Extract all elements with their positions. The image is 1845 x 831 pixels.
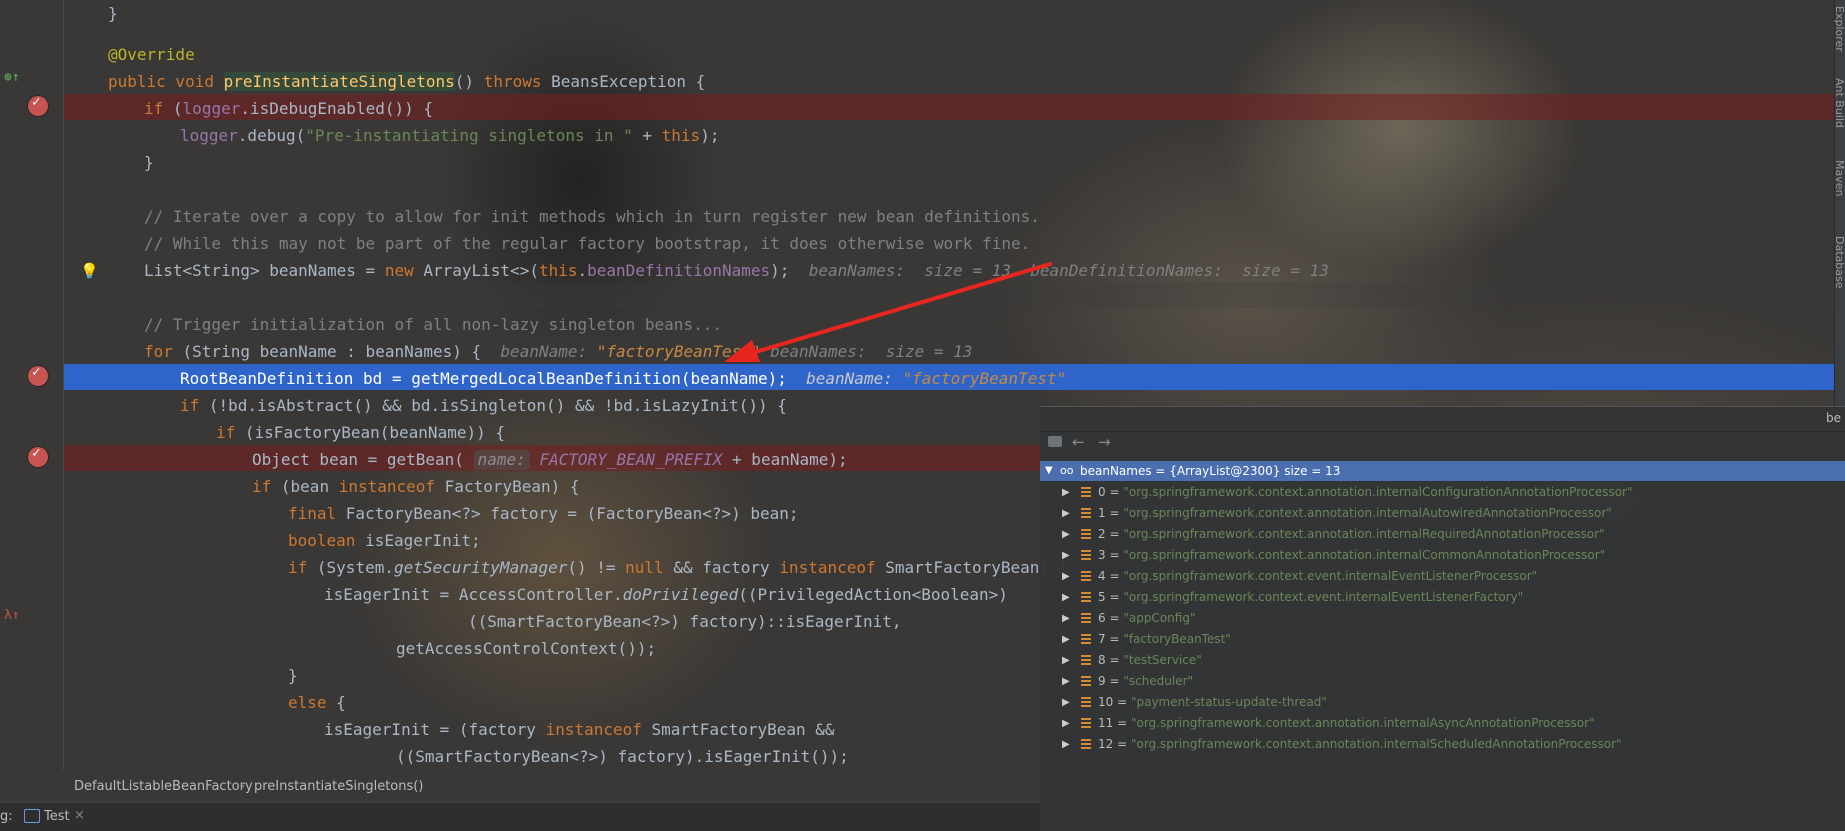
variable-list-item[interactable]: ▶ 5 = "org.springframework.context.event.…	[1040, 587, 1845, 608]
variable-list-item[interactable]: ▶ 4 = "org.springframework.context.event.…	[1040, 566, 1845, 587]
variable-value: 11 = "org.springframework.context.annota…	[1098, 716, 1595, 730]
field-list-icon	[1081, 634, 1091, 644]
close-icon[interactable]: ×	[74, 808, 85, 823]
variable-list-item[interactable]: ▶ 2 = "org.springframework.context.annota…	[1040, 524, 1845, 545]
field-list-icon	[1081, 718, 1091, 728]
field-list-icon	[1081, 676, 1091, 686]
debug-variables-panel[interactable]: be ← → ▼ oo beanNames = {ArrayList@2300}…	[1040, 406, 1845, 831]
breadcrumb: DefaultListableBeanFactory › preInstanti…	[0, 776, 1040, 798]
back-arrow-icon[interactable]: ←	[1072, 433, 1085, 451]
expand-triangle-icon[interactable]: ▶	[1062, 566, 1070, 587]
expand-triangle-icon[interactable]: ▶	[1062, 608, 1070, 629]
breadcrumb-separator: ›	[240, 779, 246, 794]
debug-toolbar: ← →	[1040, 432, 1845, 456]
expand-triangle-icon[interactable]: ▶	[1062, 482, 1070, 503]
variable-value: 0 = "org.springframework.context.annotat…	[1098, 485, 1633, 499]
tool-window-explorer[interactable]: Explorer	[1833, 6, 1845, 52]
expand-triangle-icon[interactable]: ▶	[1062, 692, 1070, 713]
variable-value: 9 = "scheduler"	[1098, 674, 1194, 688]
forward-arrow-icon[interactable]: →	[1098, 433, 1111, 451]
tab-label: Test	[44, 809, 70, 824]
tab-prefix-label: g:	[0, 809, 13, 824]
variable-list-item[interactable]: ▶ 8 = "testService"	[1040, 650, 1845, 671]
variable-value: 6 = "appConfig"	[1098, 611, 1196, 625]
watch-icon[interactable]	[1048, 436, 1062, 447]
variable-root-selected[interactable]: ▼ oo beanNames = {ArrayList@2300} size =…	[1040, 461, 1845, 481]
debug-panel-header: be	[1040, 407, 1845, 432]
variable-value: 7 = "factoryBeanTest"	[1098, 632, 1231, 646]
variable-value: 5 = "org.springframework.context.event.i…	[1098, 590, 1524, 604]
expand-triangle-icon[interactable]: ▶	[1062, 713, 1070, 734]
field-list-icon	[1081, 613, 1091, 623]
variable-value: 1 = "org.springframework.context.annotat…	[1098, 506, 1612, 520]
breadcrumb-method[interactable]: preInstantiateSingletons()	[254, 779, 423, 794]
tool-window-maven[interactable]: Maven	[1833, 160, 1845, 196]
variable-value: 10 = "payment-status-update-thread"	[1098, 695, 1327, 709]
breadcrumb-class[interactable]: DefaultListableBeanFactory	[74, 779, 253, 794]
field-list-icon	[1081, 529, 1091, 539]
tool-window-database[interactable]: Database	[1833, 236, 1845, 289]
variable-list-item[interactable]: ▶ 1 = "org.springframework.context.annota…	[1040, 503, 1845, 524]
variable-value: 2 = "org.springframework.context.annotat…	[1098, 527, 1605, 541]
variable-list-item[interactable]: ▶ 10 = "payment-status-update-thread"	[1040, 692, 1845, 713]
expand-triangle-icon[interactable]: ▶	[1062, 734, 1070, 755]
variable-value: 8 = "testService"	[1098, 653, 1202, 667]
expand-triangle-icon[interactable]: ▶	[1062, 671, 1070, 692]
expand-triangle-icon[interactable]: ▶	[1062, 650, 1070, 671]
expand-triangle-icon[interactable]: ▶	[1062, 545, 1070, 566]
panel-title: be	[1826, 411, 1841, 425]
field-list-icon	[1081, 739, 1091, 749]
variable-value: 3 = "org.springframework.context.annotat…	[1098, 548, 1606, 562]
field-list-icon	[1081, 571, 1091, 581]
expand-triangle-icon[interactable]: ▶	[1062, 587, 1070, 608]
field-list-icon	[1081, 487, 1091, 497]
variable-list-item[interactable]: ▶ 6 = "appConfig"	[1040, 608, 1845, 629]
field-list-icon	[1081, 592, 1091, 602]
bottom-tab-bar: g: Test ×	[0, 802, 1040, 831]
variable-list-item[interactable]: ▶ 11 = "org.springframework.context.annot…	[1040, 713, 1845, 734]
variable-list-item[interactable]: ▶ 7 = "factoryBeanTest"	[1040, 629, 1845, 650]
expand-triangle-icon[interactable]: ▶	[1062, 629, 1070, 650]
watch-glasses-icon: oo	[1060, 464, 1074, 477]
field-list-icon	[1081, 550, 1091, 560]
variable-list-item[interactable]: ▶ 12 = "org.springframework.context.annot…	[1040, 734, 1845, 755]
variable-value: 4 = "org.springframework.context.event.i…	[1098, 569, 1538, 583]
variable-root-label: beanNames = {ArrayList@2300} size = 13	[1080, 464, 1341, 478]
variable-list-item[interactable]: ▶ 9 = "scheduler"	[1040, 671, 1845, 692]
run-config-icon	[24, 809, 40, 823]
field-list-icon	[1081, 508, 1091, 518]
field-list-icon	[1081, 697, 1091, 707]
expand-triangle-icon[interactable]: ▶	[1062, 503, 1070, 524]
variable-list-item[interactable]: ▶ 0 = "org.springframework.context.annota…	[1040, 482, 1845, 503]
collapse-triangle-icon[interactable]: ▼	[1045, 461, 1053, 481]
tool-window-ant-build[interactable]: Ant Build	[1833, 78, 1845, 128]
variable-list-item[interactable]: ▶ 3 = "org.springframework.context.annota…	[1040, 545, 1845, 566]
variable-value: 12 = "org.springframework.context.annota…	[1098, 737, 1622, 751]
expand-triangle-icon[interactable]: ▶	[1062, 524, 1070, 545]
field-list-icon	[1081, 655, 1091, 665]
